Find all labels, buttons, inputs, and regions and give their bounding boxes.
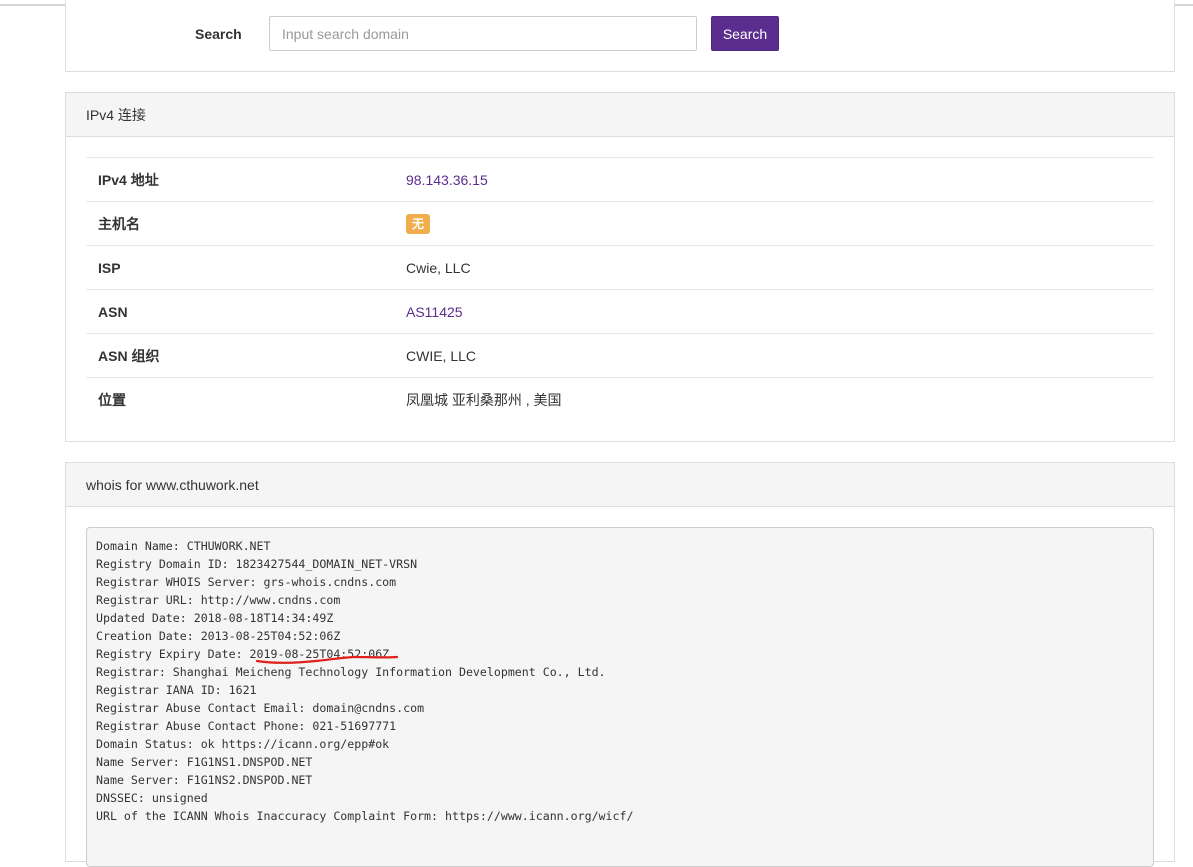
whois-line: DNSSEC: unsigned [96, 791, 208, 805]
ipv4-row-value: Cwie, LLC [406, 259, 471, 276]
ipv4-row-key: ASN 组织 [98, 347, 160, 364]
ipv4-row: IPv4 地址 98.143.36.15 [86, 157, 1154, 202]
ipv4-row-value: CWIE, LLC [406, 347, 477, 364]
ipv4-row: ASN AS11425 [86, 289, 1154, 334]
whois-line: Domain Name: CTHUWORK.NET [96, 539, 271, 553]
ipv4-row-value-cell: CWIE, LLC [406, 334, 1154, 378]
ipv4-panel-heading: IPv4 连接 [66, 93, 1174, 137]
ipv4-row-value-link[interactable]: 98.143.36.15 [406, 172, 488, 188]
whois-line: Registrar IANA ID: 1621 [96, 683, 257, 697]
ipv4-row-value-cell: 98.143.36.15 [406, 158, 1154, 202]
whois-line: Registrar: Shanghai Meicheng Technology … [96, 665, 606, 679]
whois-line: Name Server: F1G1NS1.DNSPOD.NET [96, 755, 313, 769]
search-input[interactable] [269, 16, 697, 51]
whois-panel-heading: whois for www.cthuwork.net [66, 463, 1174, 507]
ipv4-row-value-cell: AS11425 [406, 290, 1154, 334]
whois-line: Creation Date: 2013-08-25T04:52:06Z [96, 629, 341, 643]
ipv4-row-value-link[interactable]: AS11425 [406, 304, 463, 320]
ipv4-row: ASN 组织 CWIE, LLC [86, 333, 1154, 378]
ipv4-row-value-cell: 无 [406, 202, 1154, 246]
ipv4-row-value-cell: 凤凰城 亚利桑那州 , 美国 [406, 378, 1154, 422]
whois-line: Registrar URL: http://www.cndns.com [96, 593, 341, 607]
ipv4-row-key: 位置 [98, 391, 126, 408]
ipv4-row: 位置 凤凰城 亚利桑那州 , 美国 [86, 377, 1154, 422]
ipv4-row-key: 主机名 [98, 215, 140, 232]
hostname-badge: 无 [406, 213, 431, 234]
whois-line: Registrar Abuse Contact Email: domain@cn… [96, 701, 425, 715]
whois-line: Name Server: F1G1NS2.DNSPOD.NET [96, 773, 313, 787]
whois-line: Domain Status: ok https://icann.org/epp#… [96, 737, 390, 751]
whois-line: Registrar Abuse Contact Phone: 021-51697… [96, 719, 397, 733]
whois-line: Registry Expiry Date: 2019-08-25T04:52:0… [96, 647, 390, 661]
whois-line: URL of the ICANN Whois Inaccuracy Compla… [96, 809, 634, 823]
ipv4-row: ISP Cwie, LLC [86, 245, 1154, 290]
ipv4-row-value-cell: Cwie, LLC [406, 246, 1154, 290]
search-panel: Search Search [65, 0, 1175, 72]
whois-line: Updated Date: 2018-08-18T14:34:49Z [96, 611, 334, 625]
whois-panel: whois for www.cthuwork.net Domain Name: … [65, 462, 1175, 867]
ipv4-row-key: IPv4 地址 [98, 171, 159, 188]
search-label: Search [195, 26, 242, 42]
ipv4-row: 主机名 无 [86, 201, 1154, 246]
ipv4-row-key: ISP [98, 259, 121, 276]
whois-line: Registrar WHOIS Server: grs-whois.cndns.… [96, 575, 397, 589]
ipv4-panel: IPv4 连接 IPv4 地址 98.143.36.15 主机名 无 ISP Cwie, … [65, 92, 1175, 442]
search-button[interactable]: Search [711, 16, 779, 51]
whois-line: Registry Domain ID: 1823427544_DOMAIN_NE… [96, 557, 418, 571]
ipv4-row-key: ASN [98, 303, 128, 320]
ipv4-row-value: 凤凰城 亚利桑那州 , 美国 [406, 391, 562, 408]
ipv4-info-table: IPv4 地址 98.143.36.15 主机名无 ISP Cwie, LLC ASN AS… [86, 157, 1154, 422]
whois-record: Domain Name: CTHUWORK.NET Registry Domain… [86, 527, 1154, 867]
